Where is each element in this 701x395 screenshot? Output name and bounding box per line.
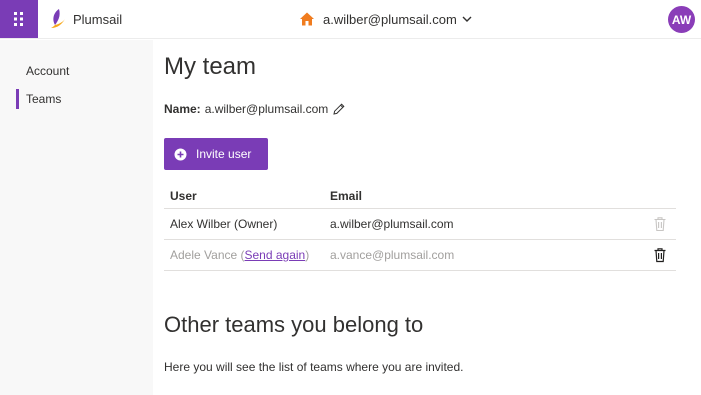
account-switcher[interactable]: a.wilber@plumsail.com	[299, 9, 473, 29]
invite-user-button[interactable]: Invite user	[164, 138, 268, 170]
chevron-down-icon	[462, 16, 472, 22]
sidebar-item-label: Teams	[26, 92, 62, 106]
main-content: My team Name: a.wilber@plumsail.com Invi…	[164, 40, 684, 395]
team-name-row: Name: a.wilber@plumsail.com	[164, 101, 346, 117]
pencil-icon[interactable]	[332, 102, 346, 116]
trash-icon[interactable]	[653, 247, 667, 263]
user-name-suffix: )	[305, 248, 310, 262]
sidebar-item-teams[interactable]: Teams	[16, 89, 61, 109]
column-header-email: Email	[330, 189, 363, 203]
page-title: My team	[164, 53, 257, 80]
column-header-user: User	[170, 189, 197, 203]
plumsail-logo	[51, 9, 65, 28]
table-row: Alex Wilber (Owner) a.wilber@plumsail.co…	[164, 209, 676, 240]
team-name-value: a.wilber@plumsail.com	[204, 102, 329, 116]
user-name: Adele Vance (Send again)	[170, 248, 309, 262]
other-teams-note: Here you will see the list of teams wher…	[164, 360, 464, 374]
team-table: User Email Alex Wilber (Owner) a.wilber@…	[164, 185, 676, 271]
user-email: a.vance@plumsail.com	[330, 248, 455, 262]
trash-icon	[654, 217, 666, 232]
waffle-icon[interactable]	[0, 0, 38, 38]
sidebar: Account Teams	[0, 40, 153, 395]
brand-name: Plumsail	[73, 11, 123, 27]
account-email: a.wilber@plumsail.com	[323, 11, 457, 27]
invite-user-label: Invite user	[196, 147, 252, 161]
brand[interactable]: Plumsail	[49, 8, 122, 30]
top-bar: Plumsail a.wilber@plumsail.com AW	[0, 0, 701, 39]
send-again-link[interactable]: Send again	[245, 248, 306, 262]
user-email: a.wilber@plumsail.com	[330, 217, 454, 231]
avatar[interactable]: AW	[668, 6, 695, 33]
team-name-label: Name:	[164, 102, 201, 116]
other-teams-title: Other teams you belong to	[164, 312, 424, 337]
home-icon	[300, 12, 314, 26]
sidebar-item-label: Account	[26, 64, 70, 78]
user-name-prefix: Adele Vance (	[170, 248, 245, 262]
user-name: Alex Wilber (Owner)	[170, 217, 278, 231]
sidebar-item-account[interactable]: Account	[16, 61, 69, 81]
table-header: User Email	[164, 185, 676, 209]
add-circle-icon	[174, 148, 187, 160]
table-row: Adele Vance (Send again) a.vance@plumsai…	[164, 240, 676, 271]
